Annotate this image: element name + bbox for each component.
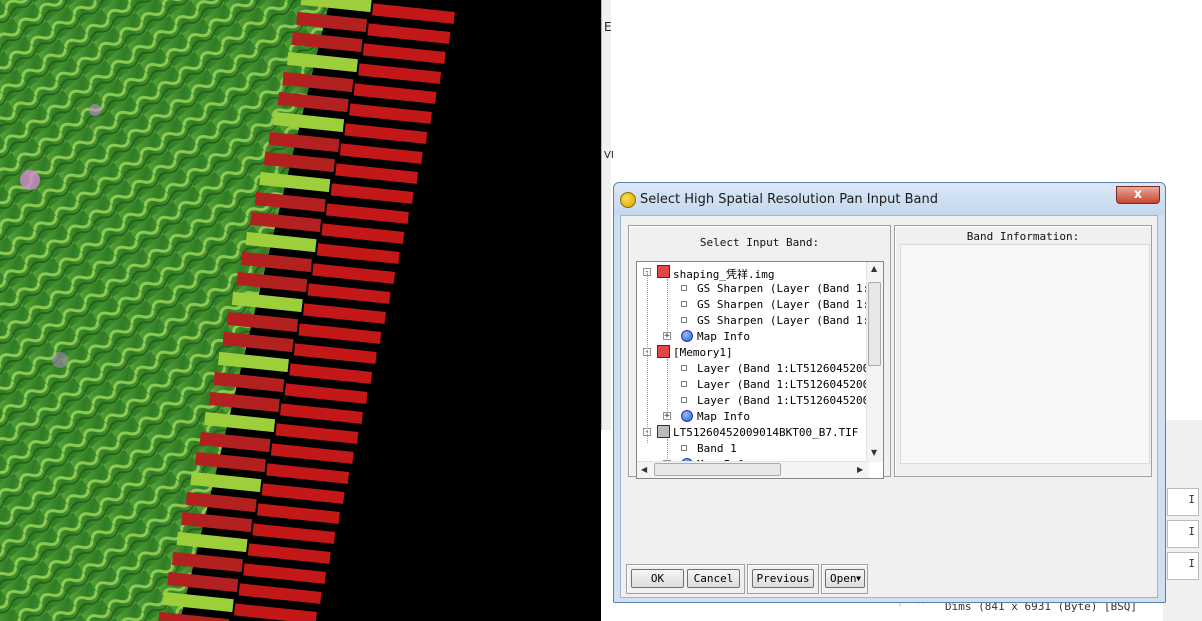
- tree-node-label: Layer (Band 1:LT512604520090: [697, 378, 883, 391]
- dialog-title: Select High Spatial Resolution Pan Input…: [640, 192, 938, 207]
- globe-icon: [681, 410, 693, 422]
- image-stripe: [303, 303, 386, 324]
- tree-node-label: Map Info: [697, 410, 750, 423]
- app-icon: [620, 192, 636, 208]
- open-group: Open ▼: [821, 564, 868, 594]
- select-input-band-label: Select Input Band:: [699, 236, 820, 249]
- tree-node-label: shaping_凭祥.img: [673, 268, 775, 281]
- image-stripe: [335, 163, 419, 184]
- file-icon: [657, 265, 670, 278]
- image-stripe: [243, 563, 327, 584]
- open-button-label: Open: [830, 572, 857, 585]
- image-stripe: [307, 283, 391, 304]
- tree-node-label: Map Info: [697, 330, 750, 343]
- image-stripe: [270, 443, 354, 464]
- scroll-down-arrow-icon[interactable]: ▼: [871, 448, 877, 457]
- tree-vertical-scroll-thumb[interactable]: [868, 282, 881, 366]
- ok-cancel-group: OK Cancel: [626, 564, 745, 594]
- band-leaf-icon: [681, 397, 687, 403]
- scroll-up-arrow-icon[interactable]: ▲: [871, 264, 877, 273]
- select-pan-band-dialog: Select High Spatial Resolution Pan Input…: [613, 182, 1166, 603]
- image-stripe: [367, 23, 451, 44]
- background-cell: I: [1167, 488, 1199, 516]
- dropdown-arrow-icon: ▼: [856, 574, 861, 583]
- globe-icon: [681, 330, 693, 342]
- tree-node-label: GS Sharpen (Layer (Band 1:LT: [697, 314, 883, 327]
- background-cell: I: [1167, 552, 1199, 580]
- background-cell: I: [1167, 520, 1199, 548]
- image-stripe: [257, 503, 340, 524]
- image-stripe: [247, 543, 331, 564]
- image-stripe: [252, 523, 336, 544]
- band-leaf-icon: [681, 365, 687, 371]
- image-stripe: [234, 603, 317, 621]
- tree-node-label: LT51260452009014BKT00_B7.TIF: [673, 426, 859, 439]
- image-stripe: [358, 63, 442, 84]
- image-stripe: [280, 403, 363, 424]
- dialog-titlebar[interactable]: Select High Spatial Resolution Pan Input…: [614, 183, 1165, 215]
- band-tree[interactable]: - shaping_凭祥.img GS Sharpen (Layer (Band 1…: [636, 261, 884, 479]
- tree-node-label: GS Sharpen (Layer (Band 1:LT: [697, 282, 883, 295]
- select-input-band-group: Select Input Band: - shaping_凭祥.img GS Sha…: [628, 225, 891, 479]
- previous-button[interactable]: Previous: [752, 569, 814, 588]
- tree-horizontal-scrollbar[interactable]: ◀ ▶: [637, 461, 869, 478]
- close-button[interactable]: x: [1116, 186, 1160, 204]
- band-information-group: Band Information:: [894, 225, 1152, 477]
- image-stripe: [353, 83, 437, 104]
- tree-node-label: [Memory1]: [673, 346, 733, 359]
- ok-button[interactable]: OK: [631, 569, 684, 588]
- file-icon: [657, 345, 670, 358]
- band-leaf-icon: [681, 285, 687, 291]
- image-stripe: [326, 203, 409, 224]
- image-stripe: [362, 43, 446, 64]
- cancel-button[interactable]: Cancel: [687, 569, 740, 588]
- tree-node-label: Band 1: [697, 442, 737, 455]
- previous-group: Previous: [747, 564, 819, 594]
- band-leaf-icon: [681, 301, 687, 307]
- band-information-label: Band Information:: [966, 230, 1080, 243]
- image-stripe: [293, 343, 377, 364]
- image-stripe: [330, 183, 414, 204]
- scroll-left-arrow-icon[interactable]: ◀: [641, 465, 647, 474]
- band-information-panel: [900, 244, 1150, 464]
- band-leaf-icon: [681, 445, 687, 451]
- image-stripe: [339, 143, 423, 164]
- image-stripe: [298, 323, 382, 344]
- dialog-body: Select Input Band: - shaping_凭祥.img GS Sha…: [620, 215, 1158, 598]
- image-stripe: [266, 463, 350, 484]
- image-stripe: [312, 263, 396, 284]
- tree-node-label: Layer (Band 1:LT512604520090: [697, 394, 883, 407]
- tree-node-label: Layer (Band 1:LT512604520090: [697, 362, 883, 375]
- background-letter: VI: [604, 150, 614, 161]
- image-stripe: [275, 423, 359, 444]
- tree-connector: [667, 279, 668, 337]
- tree-connector: [667, 359, 668, 417]
- tree-node-label: GS Sharpen (Layer (Band 1:LT: [697, 298, 883, 311]
- scroll-right-arrow-icon[interactable]: ▶: [857, 465, 863, 474]
- image-stripe: [372, 3, 455, 24]
- band-leaf-icon: [681, 317, 687, 323]
- background-letter: E: [604, 20, 612, 34]
- tree-horizontal-scroll-thumb[interactable]: [654, 463, 781, 476]
- image-stripe: [158, 611, 230, 621]
- image-stripe: [316, 243, 400, 264]
- image-stripe: [349, 103, 432, 124]
- satellite-image-view[interactable]: [0, 0, 601, 621]
- image-stripe: [284, 383, 368, 404]
- image-stripe: [344, 123, 428, 144]
- tree-connector: [647, 273, 648, 443]
- image-stripe: [261, 483, 345, 504]
- image-stripe: [321, 223, 405, 244]
- background-panel: I I I: [1163, 420, 1202, 621]
- background-window-edge: E VI: [601, 0, 614, 430]
- satellite-image: [0, 0, 455, 621]
- tree-vertical-scrollbar[interactable]: ▲ ▼: [866, 262, 883, 462]
- file-icon: [657, 425, 670, 438]
- band-leaf-icon: [681, 381, 687, 387]
- open-button[interactable]: Open ▼: [825, 569, 865, 588]
- image-stripe: [289, 363, 373, 384]
- image-stripe: [238, 583, 322, 604]
